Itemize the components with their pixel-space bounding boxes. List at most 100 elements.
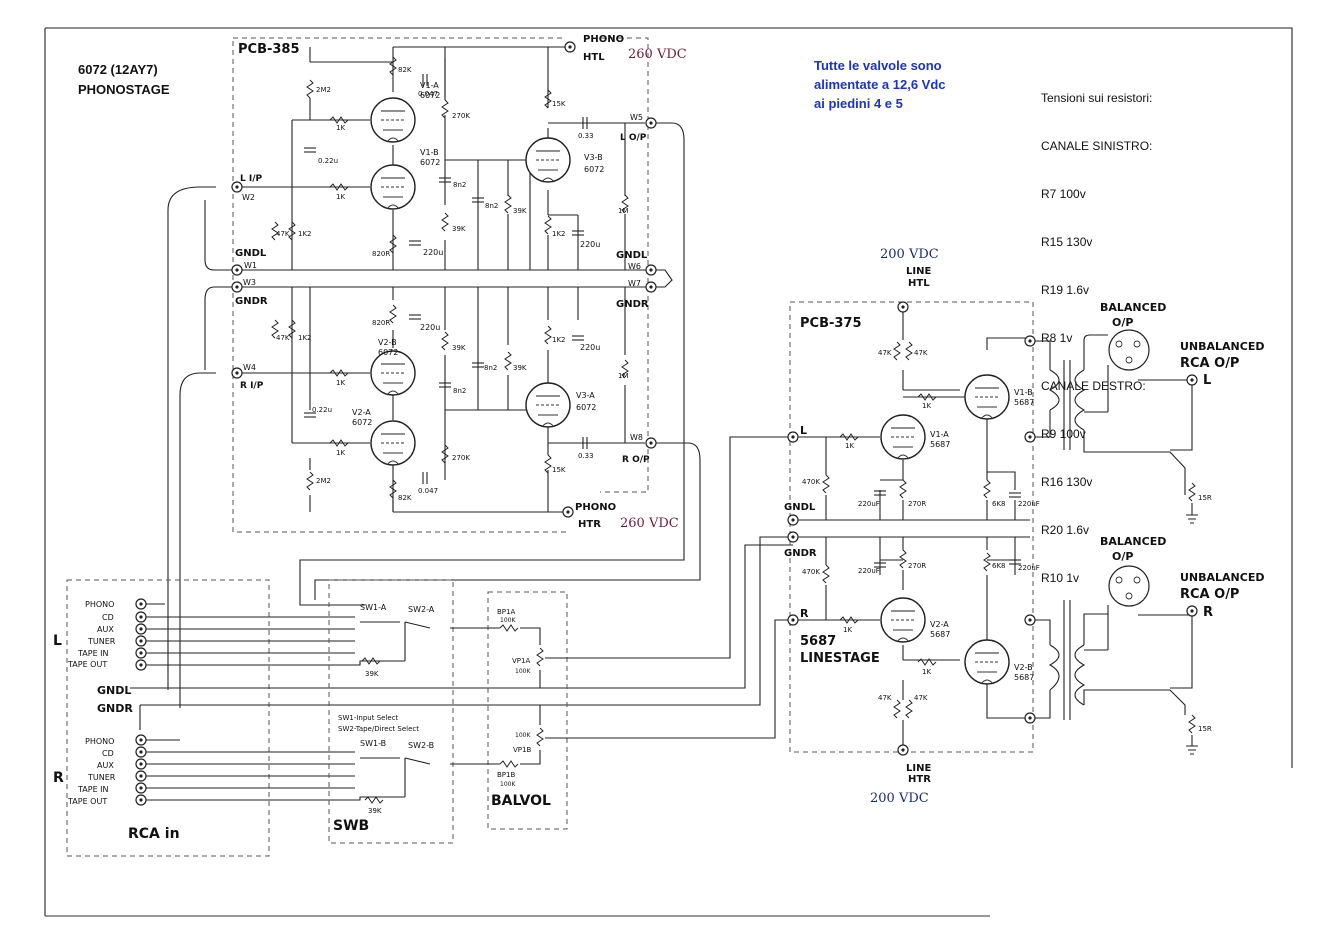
line-r4 (905, 699, 913, 719)
w8-jack[interactable] (645, 437, 657, 449)
w5-jack[interactable] (645, 117, 657, 129)
r14-right-label: 1K (336, 379, 345, 387)
line-r14 (822, 564, 830, 584)
in-l-tapeout-label: TAPE OUT (67, 660, 107, 669)
phono-htl-label: PHONO (583, 34, 624, 45)
line-r11-label: 270R (908, 500, 926, 508)
line-r11 (899, 479, 907, 499)
in-l-tapein-jack[interactable] (135, 647, 147, 659)
r20-right-label: 1K2 (552, 336, 566, 344)
vp1a-pot[interactable] (536, 647, 544, 667)
r11-left-label: 1K (336, 124, 345, 132)
line-r-input-jack[interactable] (787, 614, 799, 626)
phono-v1b-label: V1-B (420, 148, 439, 157)
phono-v1b-type: 6072 (420, 158, 440, 167)
in-l-tapeout-jack[interactable] (135, 659, 147, 671)
l-ip-label: L I/P (240, 174, 263, 184)
w7-jack[interactable] (645, 281, 657, 293)
w4-label: W4 (243, 363, 256, 372)
c14-left-label: 0.33 (578, 132, 594, 140)
r25-left-label: 39K (513, 207, 527, 215)
line-v2a-type: 5687 (930, 630, 950, 639)
line-r12 (899, 549, 907, 569)
r5-right (306, 471, 314, 491)
phono-htr-jack[interactable] (562, 506, 574, 518)
sw-b-39k (364, 796, 384, 804)
line-c1-label: 220uF (858, 500, 880, 508)
w6-jack[interactable] (645, 264, 657, 276)
w3-jack[interactable] (231, 281, 243, 293)
c1-left-label: 0.047 (418, 90, 438, 98)
in-r-tapein-jack[interactable] (135, 782, 147, 794)
r19-left-label: 1K2 (552, 230, 566, 238)
line-gndl-label: GNDL (784, 502, 816, 513)
in-r-phono-jack[interactable] (135, 734, 147, 746)
r21-left-label: 1M (618, 207, 629, 215)
r22-right-label: 1M (618, 372, 629, 380)
line-l-label: L (800, 424, 807, 437)
rca-out-r-jack[interactable] (1186, 605, 1198, 617)
w7-label: W7 (628, 279, 641, 288)
swb-outline (328, 579, 454, 844)
line-r9 (983, 479, 991, 499)
phono-htr-label: PHONO (575, 502, 616, 513)
input-ground-wires (130, 536, 793, 730)
c2-right (422, 471, 428, 485)
line-out-r-hot-jack[interactable] (1024, 614, 1036, 626)
phono-v3a-label: V3-A (576, 391, 595, 400)
phono-htl-jack[interactable] (564, 41, 576, 53)
line-out-l-cold-jack[interactable] (1024, 431, 1036, 443)
in-r-aux-jack[interactable] (135, 758, 147, 770)
sw-a-39k-label: 39K (365, 670, 379, 678)
in-l-phono-jack[interactable] (135, 598, 147, 610)
input-left-label: L (53, 633, 62, 649)
in-l-aux-jack[interactable] (135, 623, 147, 635)
ground-symbol-left (1186, 503, 1198, 524)
r3-left-label: 2M2 (316, 86, 331, 94)
vp1b-label: VP1B (513, 746, 531, 754)
in-l-tuner-jack[interactable] (135, 635, 147, 647)
phono-v3a-tube (525, 382, 571, 428)
r26-right (504, 351, 512, 371)
line-r9-label: 6K8 (992, 500, 1006, 508)
line-gndl-jack[interactable] (787, 514, 799, 526)
line-c3 (1008, 492, 1022, 498)
bp1a-pot[interactable] (499, 624, 519, 632)
line-r8-label: 1K (843, 626, 852, 634)
r15-left-label: 15K (552, 100, 566, 108)
w4-jack[interactable] (231, 367, 243, 379)
right-input-wires (146, 739, 405, 801)
bp1b-value: 100K (500, 781, 516, 788)
xlr-right-jack[interactable] (1108, 565, 1150, 607)
frame-top-right (45, 27, 1293, 768)
switch-note-2: SW2-Tape/Direct Select (338, 725, 419, 733)
line-out-r-cold-jack[interactable] (1024, 712, 1036, 724)
line-r10 (983, 552, 991, 572)
unbalanced-r-label: UNBALANCED (1180, 571, 1264, 584)
xlr-left-jack[interactable] (1108, 329, 1150, 371)
volume-right-output (545, 619, 800, 739)
line-gndr-jack[interactable] (787, 531, 799, 543)
rca-out-r-side: R (1203, 605, 1213, 620)
in-r-tapeout-jack[interactable] (135, 794, 147, 806)
line-ht-voltage-top: 200 VDC (880, 247, 939, 262)
bp1b-pot[interactable] (499, 760, 519, 768)
line-gndr-label: GNDR (784, 548, 817, 559)
w3-label: W3 (243, 278, 256, 287)
in-l-cd-jack[interactable] (135, 611, 147, 623)
pcb375-label: PCB-375 (800, 316, 862, 331)
vp1b-pot[interactable] (536, 727, 544, 747)
rca-out-l-jack[interactable] (1186, 374, 1198, 386)
switch-note-1: SW1-Input Select (338, 714, 399, 722)
line-htl-jack[interactable] (897, 301, 909, 313)
line-htr-jack[interactable] (897, 744, 909, 756)
line-out-l-hot-jack[interactable] (1024, 335, 1036, 347)
line-l-input-jack[interactable] (787, 431, 799, 443)
linestage-label-1: 5687 (800, 634, 836, 649)
in-r-cd-jack[interactable] (135, 746, 147, 758)
in-r-tuner-jack[interactable] (135, 770, 147, 782)
w1-jack[interactable] (231, 264, 243, 276)
xlr-right-wiring (1084, 605, 1193, 689)
rca-in-label: RCA in (128, 826, 180, 842)
r25-left (504, 194, 512, 214)
